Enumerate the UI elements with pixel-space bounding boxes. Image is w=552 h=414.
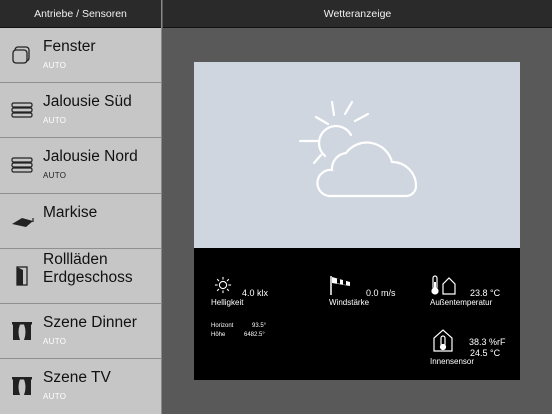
wind-value: 0.0 m/s	[366, 288, 396, 298]
door-icon	[16, 266, 28, 286]
windsock-icon	[330, 276, 350, 295]
outdoor-temp-value: 23.8 °C	[470, 288, 501, 298]
indoor-label: Innensensor	[430, 357, 475, 366]
horizon-label: Horizont	[211, 323, 234, 329]
house-thermometer-icon	[433, 329, 453, 352]
sidebar-item-status: AUTO	[43, 392, 67, 402]
weather-card: 4.0 klx Helligkeit Horizont 93.5° Höhe 6…	[194, 62, 520, 380]
sidebar-item-label-line2: Erdgeschoss	[43, 268, 133, 286]
sidebar-item-jalousie-nord[interactable]: Jalousie Nord AUTO	[0, 138, 161, 194]
sidebar-item-szene-tv[interactable]: Szene TV AUTO	[0, 359, 161, 414]
main-header: Wetteranzeige	[163, 0, 552, 28]
blind-icon	[11, 157, 33, 173]
sidebar-item-status: AUTO	[43, 61, 67, 70]
indoor-temp-value: 24.5 °C	[470, 348, 501, 358]
sidebar-item-label: Jalousie Nord	[43, 148, 138, 166]
sidebar-item-label: Szene Dinner	[43, 313, 137, 331]
curtain-icon	[12, 321, 32, 340]
height-label: Höhe	[211, 332, 226, 338]
sidebar-header: Antriebe / Sensoren	[0, 0, 161, 28]
brightness-value: 4.0 klx	[242, 288, 269, 298]
outdoor-temp-label: Außentemperatur	[430, 298, 493, 307]
horizon-value: 93.5°	[252, 323, 267, 329]
sun-icon	[214, 276, 232, 294]
sidebar-item-status: AUTO	[43, 116, 67, 126]
sidebar-item-label: Rollläden Erdgeschoss	[43, 251, 133, 287]
sidebar-item-szene-dinner[interactable]: Szene Dinner AUTO	[0, 303, 161, 360]
sidebar-item-status: AUTO	[43, 171, 67, 181]
brightness-label: Helligkeit	[211, 298, 244, 307]
awning-icon	[12, 217, 34, 227]
sensor-panel: 4.0 klx Helligkeit Horizont 93.5° Höhe 6…	[194, 248, 520, 380]
window-icon	[12, 46, 30, 64]
sidebar-item-markise[interactable]: Markise	[0, 193, 161, 249]
sidebar-item-label: Markise	[43, 203, 98, 221]
sidebar-item-rolllaeden-erdgeschoss[interactable]: Rollläden Erdgeschoss	[0, 248, 161, 304]
thermometer-house-icon	[431, 275, 456, 295]
blind-icon	[11, 102, 33, 118]
sidebar: Antriebe / Sensoren Fenster AUTO Jalousi…	[0, 0, 162, 414]
sidebar-item-fenster[interactable]: Fenster AUTO	[0, 28, 161, 84]
height-value: 6482.5°	[244, 332, 265, 338]
sun-cloud-icon	[298, 100, 418, 198]
sidebar-list: Fenster AUTO Jalousie Süd AUTO Jalousie …	[0, 28, 161, 414]
sidebar-item-label: Jalousie Süd	[43, 93, 132, 111]
sidebar-item-status: AUTO	[43, 336, 67, 346]
indoor-humidity-value: 38.3 %rF	[469, 337, 506, 347]
sidebar-item-label-line1: Rollläden	[43, 250, 108, 268]
weather-display	[194, 62, 520, 248]
sidebar-item-label: Szene TV	[43, 369, 111, 387]
sidebar-item-jalousie-sued[interactable]: Jalousie Süd AUTO	[0, 83, 161, 139]
wind-label: Windstärke	[329, 298, 370, 307]
sidebar-item-label: Fenster	[43, 38, 96, 55]
curtain-icon	[12, 377, 32, 396]
